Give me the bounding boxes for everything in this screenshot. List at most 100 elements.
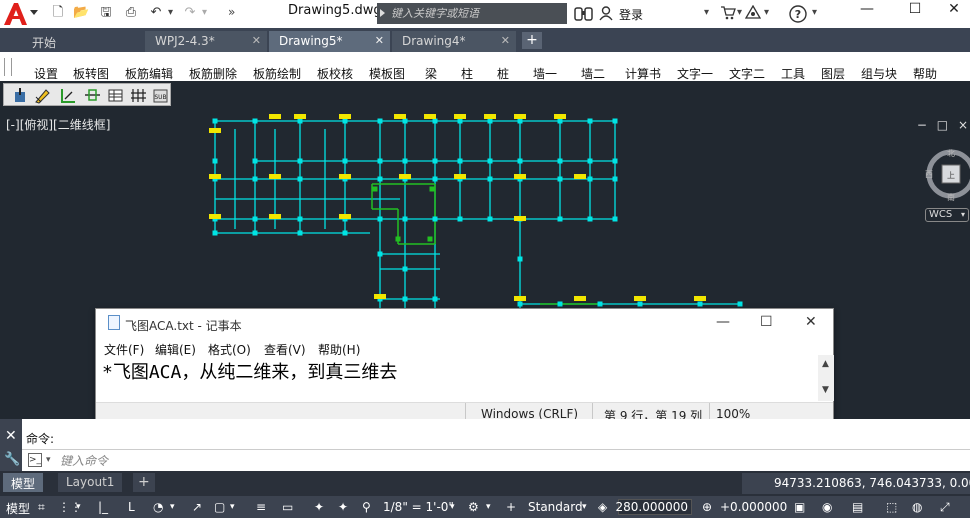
auto-scale-icon[interactable]: ✦ (338, 500, 348, 514)
command-customize-icon[interactable]: 🔧 (4, 452, 20, 467)
more-tools-icon[interactable]: » (228, 5, 235, 19)
close-button[interactable]: ✕ (938, 0, 970, 20)
connect-dropdown-icon[interactable]: ▾ (764, 7, 769, 18)
command-input[interactable] (60, 452, 560, 469)
transparency-icon[interactable]: ▭ (282, 500, 293, 514)
tab-close-icon[interactable]: ✕ (501, 34, 510, 47)
app-menu-arrow-icon[interactable] (30, 10, 38, 15)
menu-groups-blocks[interactable]: 组与块 (861, 65, 897, 82)
minimize-button[interactable]: — (844, 0, 890, 20)
save-icon[interactable]: 🖫 (98, 5, 114, 21)
menu-layers[interactable]: 图层 (821, 65, 845, 82)
workspace-gear-icon[interactable]: ⚙ (468, 500, 479, 514)
properties-icon[interactable]: ▣ (794, 500, 805, 514)
menu-tools[interactable]: 工具 (781, 65, 805, 82)
text-style-select[interactable]: Standard (528, 500, 583, 514)
grid-icon[interactable]: ⌗ (38, 500, 45, 515)
menu-text-two[interactable]: 文字二 (729, 65, 765, 82)
model-space-toggle[interactable]: 模型 (6, 500, 30, 517)
isolate-icon[interactable]: ◍ (912, 500, 922, 514)
notepad-editor[interactable]: *飞图ACA，从纯二维来，到真三维去 (96, 355, 820, 401)
cart-dropdown-icon[interactable]: ▾ (737, 7, 742, 18)
command-prompt-icon[interactable]: >_ (28, 453, 42, 467)
menu-wall-two[interactable]: 墙二 (581, 65, 605, 82)
menu-rebar-delete[interactable]: 板筋删除 (189, 65, 237, 82)
thickness-icon[interactable]: ⊕ (702, 500, 712, 514)
style-dropdown-icon[interactable]: ▾ (582, 502, 587, 512)
notepad-minimize-button[interactable]: — (716, 314, 730, 330)
annotation-scale-icon[interactable]: ⚲ (362, 500, 371, 514)
menu-text-one[interactable]: 文字一 (677, 65, 713, 82)
menu-help[interactable]: 帮助 (913, 65, 937, 82)
layout-tab-layout1[interactable]: Layout1 (58, 473, 123, 492)
redo-icon[interactable]: ↷ (182, 5, 198, 21)
search-box[interactable] (377, 3, 567, 24)
notepad-close-button[interactable]: ✕ (805, 314, 817, 330)
search-expand-icon[interactable] (380, 9, 385, 17)
search-input[interactable] (391, 5, 561, 22)
login-dropdown-icon[interactable]: ▾ (704, 7, 709, 18)
annotation-scale[interactable]: 1/8" = 1'-0" (383, 500, 454, 514)
layout-tab-model[interactable]: 模型 (3, 473, 44, 492)
menu-slab-check[interactable]: 板校核 (317, 65, 353, 82)
monitor-icon[interactable]: ▤ (852, 500, 863, 514)
osnap-icon[interactable]: ▢ (214, 500, 225, 514)
lineweight-icon[interactable]: ≡ (256, 500, 266, 514)
tab-drawing5[interactable]: Drawing5* ✕ (269, 31, 390, 52)
globe-icon[interactable]: ◉ (822, 500, 832, 514)
hardware-acceleration-icon[interactable]: ⬚ (886, 500, 897, 514)
fullscreen-icon[interactable]: ⤢ (940, 500, 950, 515)
new-file-icon[interactable]: 🗋 (50, 5, 66, 21)
tab-wpj2[interactable]: WPJ2-4.3* ✕ (145, 31, 267, 52)
scale-dropdown-icon[interactable]: ▾ (450, 502, 455, 512)
grid-tool-icon[interactable] (130, 87, 147, 104)
print-icon[interactable]: ⎙ (123, 5, 139, 21)
polar-dropdown-icon[interactable]: ▾ (170, 502, 175, 512)
notepad-titlebar[interactable]: 飞图ACA.txt - 记事本 — ☐ ✕ (96, 309, 833, 337)
plus-icon[interactable]: + (506, 500, 516, 514)
ortho-icon[interactable]: L (128, 500, 135, 514)
tab-drawing4[interactable]: Drawing4* ✕ (392, 31, 516, 52)
add-layout-button[interactable]: + (133, 473, 155, 492)
table-tool-icon[interactable] (107, 87, 124, 104)
polar-icon[interactable]: ◔ (153, 500, 163, 514)
cart-icon[interactable] (720, 6, 736, 20)
pencil-tool-icon[interactable] (34, 87, 51, 104)
help-icon[interactable]: ? (789, 5, 807, 23)
command-close-icon[interactable]: ✕ (5, 428, 17, 444)
tab-start[interactable]: 开始 (22, 31, 142, 52)
menu-calc-report[interactable]: 计算书 (625, 65, 661, 82)
osnap-dropdown-icon[interactable]: ▾ (230, 502, 235, 512)
align-tool-icon[interactable] (84, 87, 101, 104)
login-link[interactable]: 登录 (619, 6, 643, 23)
command-recent-dropdown-icon[interactable]: ▾ (46, 455, 51, 465)
tab-close-icon[interactable]: ✕ (375, 34, 384, 47)
binoculars-icon[interactable] (574, 6, 594, 21)
toolbar-grip[interactable] (4, 58, 12, 76)
menu-slab-to-drawing[interactable]: 板转图 (73, 65, 109, 82)
annotation-visibility-icon[interactable]: ✦ (314, 500, 324, 514)
menu-formwork[interactable]: 模板图 (369, 65, 405, 82)
database-tool-icon[interactable]: SUB (152, 87, 169, 104)
autocad-logo-icon[interactable] (2, 1, 28, 27)
infer-icon[interactable]: |_ (98, 500, 108, 514)
redo-dropdown-icon[interactable]: ▾ (202, 7, 207, 18)
menu-rebar-edit[interactable]: 板筋编辑 (125, 65, 173, 82)
undo-icon[interactable]: ↶ (148, 5, 164, 21)
menu-pile[interactable]: 桩 (497, 65, 509, 82)
new-tab-button[interactable]: + (522, 32, 542, 49)
maximize-button[interactable]: ☐ (892, 0, 938, 20)
menu-wall-one[interactable]: 墙一 (533, 65, 557, 82)
dimension-tool-icon[interactable] (59, 87, 76, 104)
elevation-field[interactable]: 280.000000 (615, 499, 692, 515)
menu-settings[interactable]: 设置 (34, 65, 58, 82)
menu-column[interactable]: 柱 (461, 65, 473, 82)
menu-rebar-draw[interactable]: 板筋绘制 (253, 65, 301, 82)
tab-close-icon[interactable]: ✕ (252, 34, 261, 47)
scroll-up-icon[interactable]: ▲ (822, 359, 829, 369)
notepad-maximize-button[interactable]: ☐ (760, 314, 773, 330)
notepad-window[interactable]: 飞图ACA.txt - 记事本 — ☐ ✕ 文件(F) 编辑(E) 格式(O) … (95, 308, 834, 425)
undo-dropdown-icon[interactable]: ▾ (168, 7, 173, 18)
rebar-tool-icon[interactable] (12, 87, 29, 104)
snap-dropdown-icon[interactable]: ▾ (76, 502, 81, 512)
